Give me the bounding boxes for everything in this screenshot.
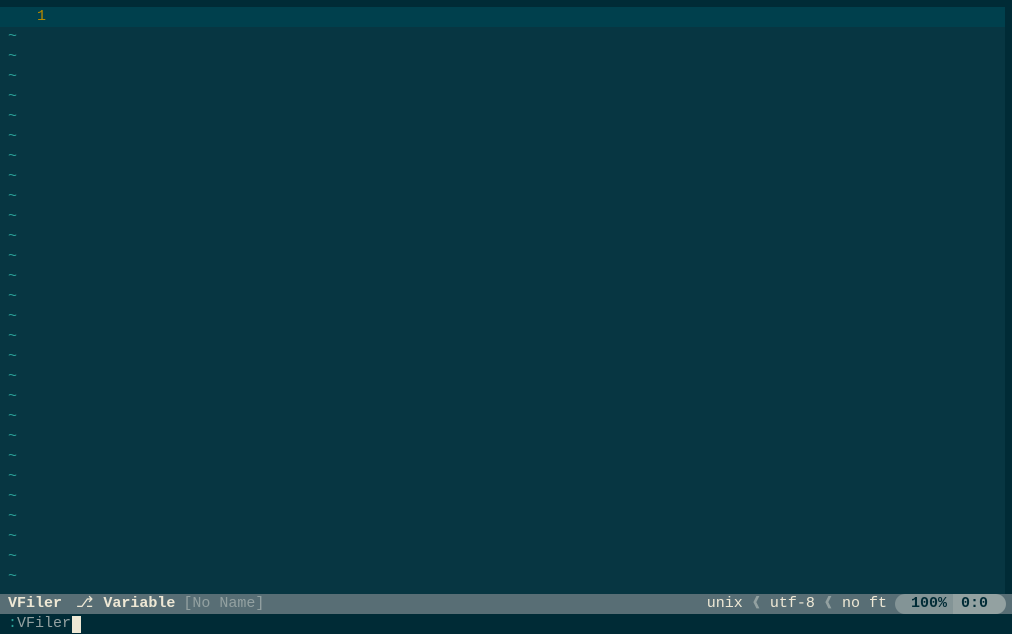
empty-line-tilde: ~ [8, 227, 1005, 247]
line-number: 1 [0, 7, 56, 27]
command-prompt: : [8, 614, 17, 634]
status-right: unix ❰ utf-8 ❰ no ft 100% 0:0 [699, 594, 1012, 614]
empty-line-tilde: ~ [8, 187, 1005, 207]
file-encoding: utf-8 [770, 595, 815, 612]
empty-line-tilde: ~ [8, 467, 1005, 487]
pill-cap-left [895, 594, 905, 614]
branch-icon: ⎇ [70, 594, 99, 614]
empty-line-tilde: ~ [8, 287, 1005, 307]
file-name: [No Name] [179, 594, 268, 614]
status-left: VFiler ⎇ Variable [No Name] [0, 594, 699, 614]
empty-line-tilde: ~ [8, 527, 1005, 547]
status-line: VFiler ⎇ Variable [No Name] unix ❰ utf-8… [0, 594, 1012, 614]
empty-line-tilde: ~ [8, 107, 1005, 127]
empty-lines: ~~~~~~~~~~~~~~~~~~~~~~~~~~~~ [0, 27, 1005, 587]
empty-line-tilde: ~ [8, 407, 1005, 427]
cursor-position: 0:0 [953, 594, 996, 614]
scroll-percent: 100% [905, 594, 953, 614]
command-line[interactable]: : VFiler [0, 614, 1012, 634]
empty-line-tilde: ~ [8, 487, 1005, 507]
empty-line-tilde: ~ [8, 167, 1005, 187]
file-format: unix [707, 595, 743, 612]
empty-line-tilde: ~ [8, 387, 1005, 407]
file-type: no ft [842, 595, 887, 612]
empty-line-tilde: ~ [8, 327, 1005, 347]
buffer-content[interactable]: 1 ~~~~~~~~~~~~~~~~~~~~~~~~~~~~ [0, 7, 1005, 594]
empty-line-tilde: ~ [8, 567, 1005, 587]
empty-line-tilde: ~ [8, 427, 1005, 447]
tab-line [0, 0, 1012, 7]
empty-line-tilde: ~ [8, 147, 1005, 167]
cursor [72, 616, 81, 633]
position-pill: 100% 0:0 [895, 594, 1006, 614]
empty-line-tilde: ~ [8, 447, 1005, 467]
current-line[interactable]: 1 [0, 7, 1005, 27]
scrollbar[interactable] [1005, 7, 1012, 594]
branch-name: Variable [99, 594, 179, 614]
empty-line-tilde: ~ [8, 47, 1005, 67]
editor-area[interactable]: 1 ~~~~~~~~~~~~~~~~~~~~~~~~~~~~ [0, 7, 1012, 594]
line-content[interactable] [56, 7, 1005, 27]
empty-line-tilde: ~ [8, 67, 1005, 87]
mode-indicator: VFiler [0, 594, 70, 614]
pill-cap-right [996, 594, 1006, 614]
empty-line-tilde: ~ [8, 207, 1005, 227]
file-info: unix ❰ utf-8 ❰ no ft [699, 594, 895, 614]
empty-line-tilde: ~ [8, 547, 1005, 567]
empty-line-tilde: ~ [8, 367, 1005, 387]
empty-line-tilde: ~ [8, 267, 1005, 287]
command-text: VFiler [17, 614, 71, 634]
empty-line-tilde: ~ [8, 127, 1005, 147]
empty-line-tilde: ~ [8, 307, 1005, 327]
empty-line-tilde: ~ [8, 87, 1005, 107]
empty-line-tilde: ~ [8, 27, 1005, 47]
empty-line-tilde: ~ [8, 247, 1005, 267]
empty-line-tilde: ~ [8, 507, 1005, 527]
empty-line-tilde: ~ [8, 347, 1005, 367]
